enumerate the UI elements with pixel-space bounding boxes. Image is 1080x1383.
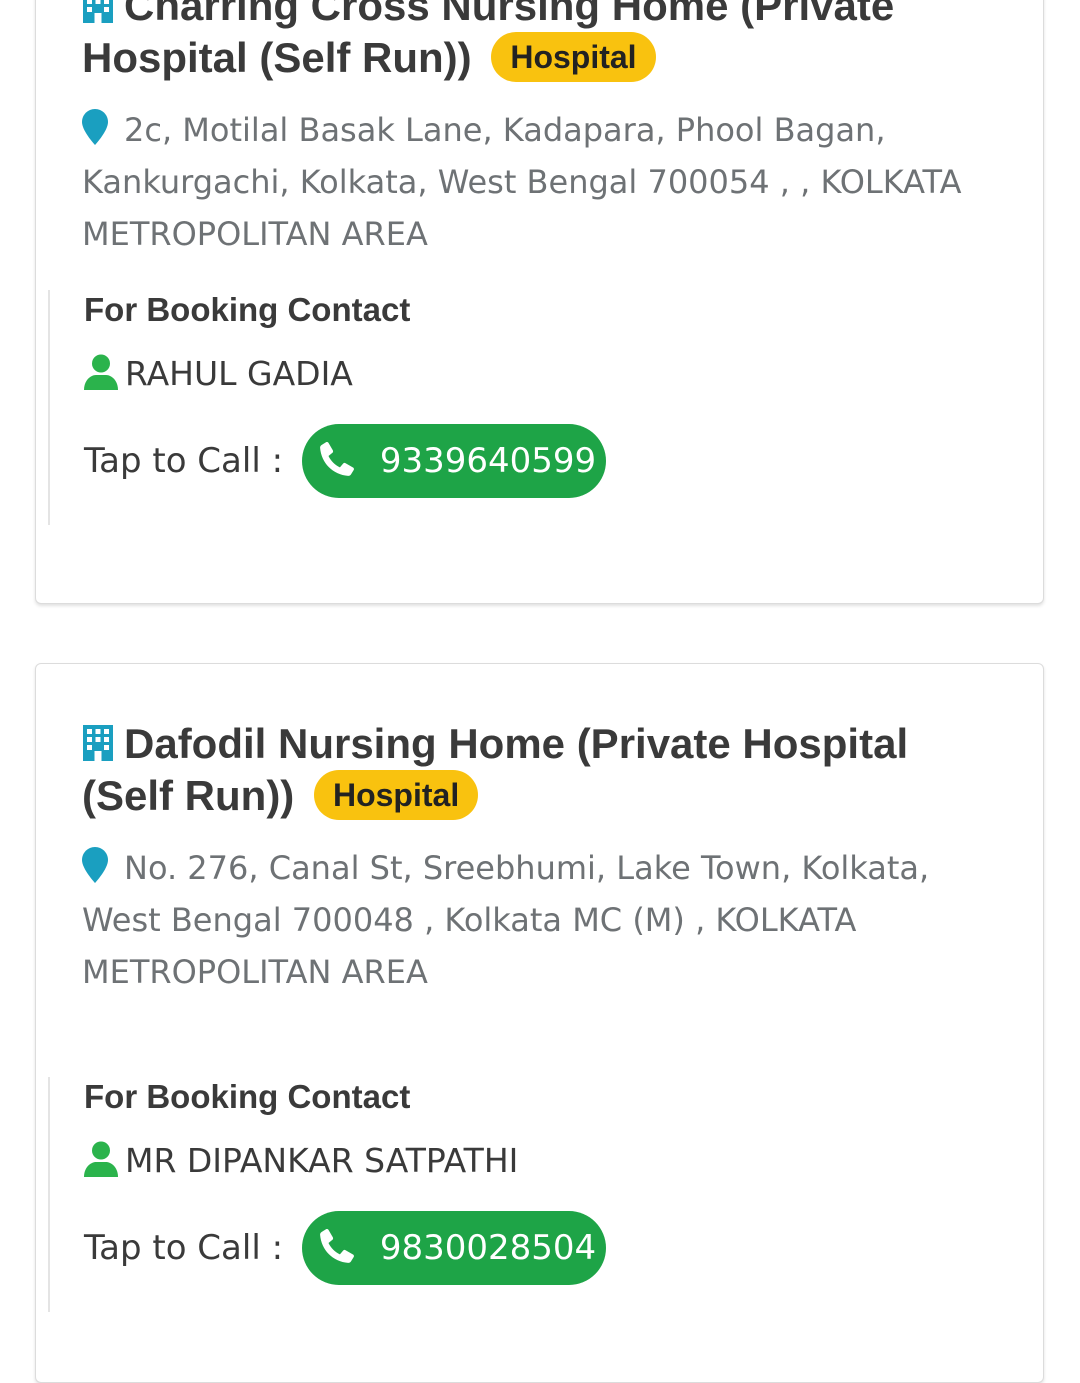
map-pin-icon	[82, 109, 108, 145]
hospital-name[interactable]: Charring Cross Nursing Home (Private Hos…	[82, 0, 894, 81]
building-icon	[83, 0, 113, 23]
phone-icon	[319, 1229, 354, 1263]
building-icon	[83, 725, 113, 761]
tap-to-call-label: Tap to Call :	[84, 441, 284, 481]
hospital-type-badge: Hospital	[491, 32, 656, 82]
booking-contact-heading: For Booking Contact	[84, 291, 411, 328]
hospital-type-badge: Hospital	[313, 770, 479, 820]
hospital-title[interactable]: Dafodil Nursing Home (Private Hospital (…	[82, 718, 1003, 822]
map-pin-icon	[82, 847, 108, 883]
hospital-name[interactable]: Dafodil Nursing Home (Private Hospital (…	[82, 720, 908, 819]
call-button[interactable]: 9830028504	[301, 1211, 607, 1285]
call-row: Tap to Call : 9830028504	[84, 1211, 607, 1285]
booking-contact: For Booking Contact RAHUL GADIA Tap to C…	[48, 290, 607, 525]
hospital-card: Charring Cross Nursing Home (Private Hos…	[35, 0, 1044, 604]
hospital-title[interactable]: Charring Cross Nursing Home (Private Hos…	[82, 0, 1003, 84]
contact-name: MR DIPANKAR SATPATHI	[125, 1141, 519, 1180]
address-text: 2c, Motilal Basak Lane, Kadapara, Phool …	[82, 111, 962, 253]
phone-icon	[319, 442, 354, 476]
hospital-address: No. 276, Canal St, Sreebhumi, Lake Town,…	[82, 842, 1003, 998]
hospital-header: Charring Cross Nursing Home (Private Hos…	[82, 0, 1003, 260]
phone-number[interactable]: 9830028504	[380, 1228, 596, 1268]
call-button[interactable]: 9339640599	[301, 424, 607, 498]
booking-contact-heading: For Booking Contact	[84, 1078, 411, 1115]
tap-to-call-label: Tap to Call :	[84, 1228, 284, 1268]
person-icon	[84, 1141, 118, 1177]
contact-name: RAHUL GADIA	[125, 354, 353, 393]
address-text: No. 276, Canal St, Sreebhumi, Lake Town,…	[82, 849, 930, 991]
hospital-address: 2c, Motilal Basak Lane, Kadapara, Phool …	[82, 104, 1003, 260]
phone-number[interactable]: 9339640599	[380, 441, 596, 481]
booking-contact: For Booking Contact MR DIPANKAR SATPATHI…	[48, 1077, 607, 1312]
person-icon	[84, 354, 118, 390]
hospital-header: Dafodil Nursing Home (Private Hospital (…	[82, 718, 1003, 998]
contact-person: MR DIPANKAR SATPATHI	[84, 1141, 606, 1181]
contact-person: RAHUL GADIA	[84, 354, 606, 394]
call-row: Tap to Call : 9339640599	[84, 424, 607, 498]
hospital-card: Dafodil Nursing Home (Private Hospital (…	[35, 663, 1044, 1383]
